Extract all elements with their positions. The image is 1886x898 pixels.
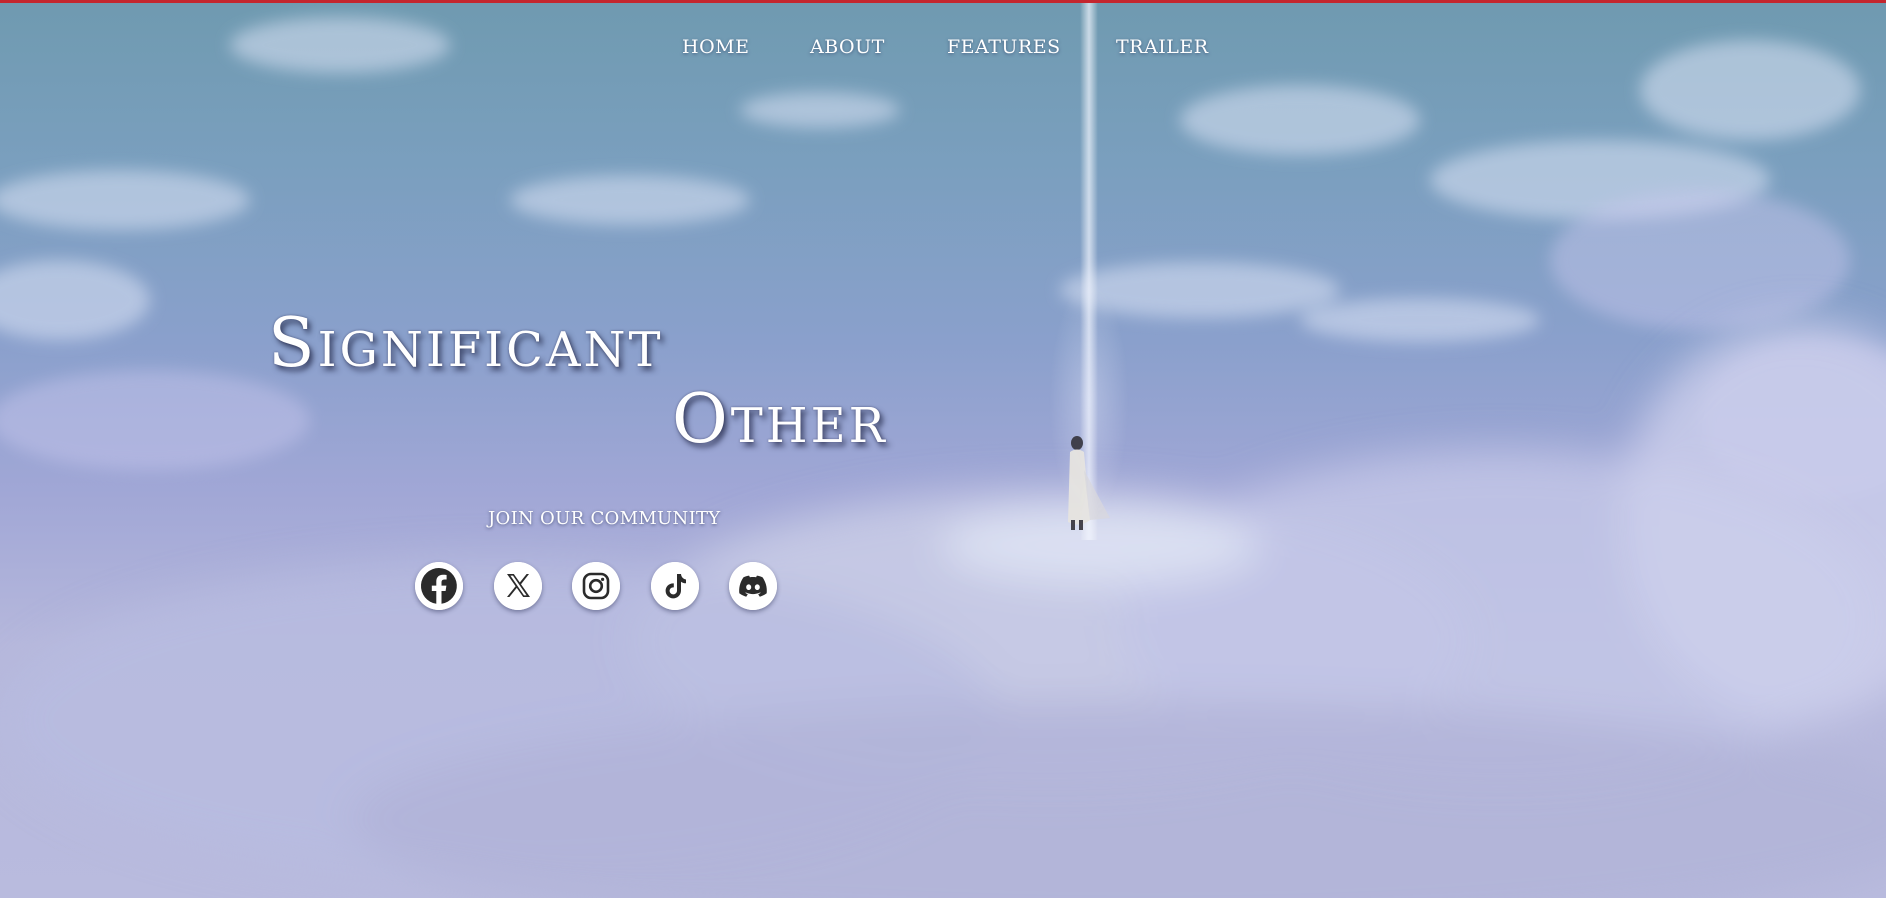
nav-features-link[interactable]: FEATURES: [947, 36, 1061, 58]
discord-link[interactable]: [729, 562, 777, 610]
nav-trailer-link[interactable]: TRAILER: [1116, 36, 1209, 58]
facebook-link[interactable]: [415, 562, 463, 610]
game-title-line-2: Other: [672, 380, 888, 459]
x-twitter-icon: [494, 562, 542, 610]
nav-home-link[interactable]: HOME: [682, 36, 749, 58]
top-accent-bar: [0, 0, 1886, 3]
hero-background-image: [0, 0, 1886, 898]
x-twitter-link[interactable]: [494, 562, 542, 610]
nav-about-link[interactable]: ABOUT: [810, 36, 885, 58]
facebook-icon: [415, 562, 463, 610]
discord-icon: [729, 562, 777, 610]
tiktok-link[interactable]: [651, 562, 699, 610]
main-nav: HOME ABOUT FEATURES TRAILER: [0, 36, 1886, 66]
instagram-icon: [572, 562, 620, 610]
game-title-line-1: Significant: [268, 304, 664, 383]
sky-illustration: [0, 0, 1886, 898]
join-community-label: JOIN OUR COMMUNITY: [488, 508, 721, 529]
tiktok-icon: [651, 562, 699, 610]
instagram-link[interactable]: [572, 562, 620, 610]
